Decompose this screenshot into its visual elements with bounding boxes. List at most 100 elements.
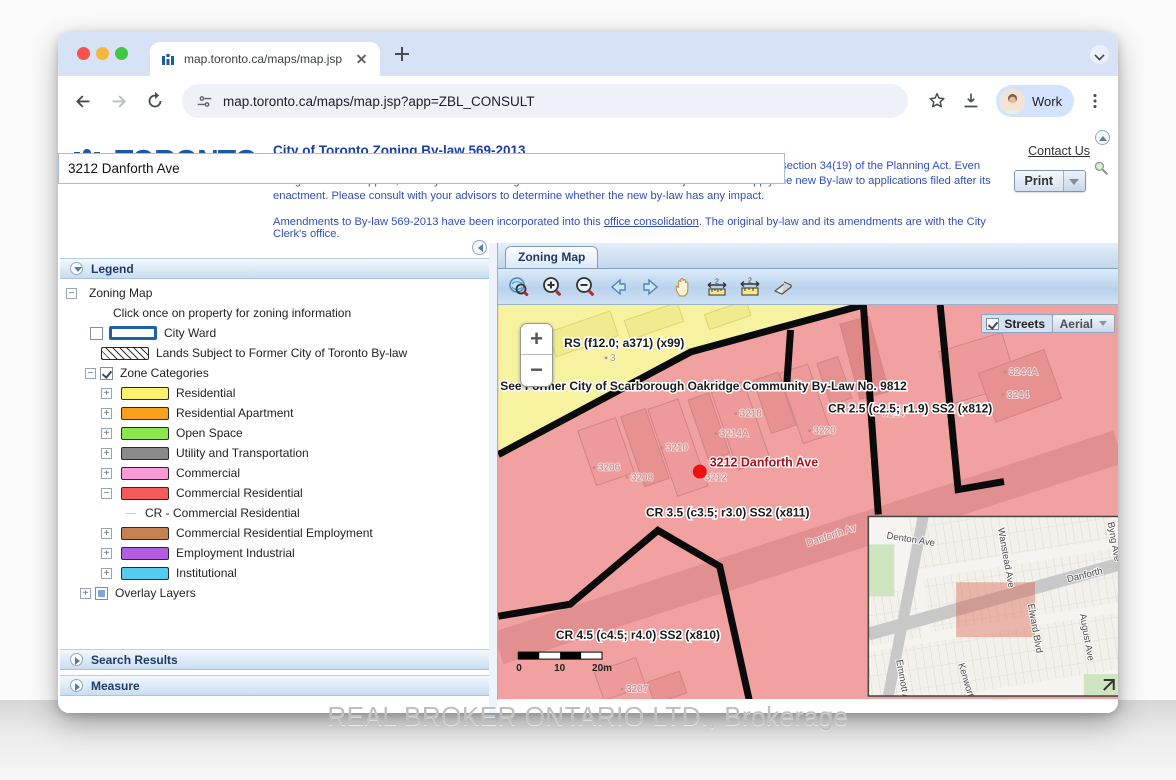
- zone-categories-checkbox[interactable]: [100, 367, 113, 380]
- aerial-dropdown-button[interactable]: Aerial: [1052, 314, 1115, 333]
- eraser-icon[interactable]: [771, 275, 795, 299]
- zoom-in-icon[interactable]: [540, 275, 564, 299]
- collapse-box-icon[interactable]: [85, 368, 96, 379]
- tree-node-cr-child[interactable]: CR - Commercial Residential: [58, 503, 489, 523]
- expand-box-icon[interactable]: [101, 568, 112, 579]
- expand-box-icon[interactable]: [80, 588, 91, 599]
- expand-box-icon[interactable]: [101, 468, 112, 479]
- forward-arrow-icon[interactable]: [108, 90, 130, 112]
- svg-text:10: 10: [554, 663, 566, 674]
- inset-overview-map[interactable]: Denton Ave Wanstead Ave Byng Ave Danfort…: [844, 487, 1118, 699]
- tab-strip: map.toronto.ca/maps/map.jsp: [58, 32, 1118, 76]
- streets-label: Streets: [1004, 317, 1045, 331]
- zoom-out-icon[interactable]: [573, 275, 597, 299]
- expand-box-icon[interactable]: [101, 548, 112, 559]
- tree-node-zone[interactable]: Commercial: [58, 463, 489, 483]
- tree-node-zone[interactable]: Residential Apartment: [58, 403, 489, 423]
- overlay-layers-checkbox[interactable]: [95, 587, 108, 600]
- tab-close-icon[interactable]: [354, 51, 370, 67]
- minimize-window-button[interactable]: [96, 47, 109, 60]
- measure-area-icon[interactable]: 2: [738, 275, 762, 299]
- search-results-toggle-icon[interactable]: [70, 653, 83, 666]
- city-ward-checkbox[interactable]: [90, 327, 103, 340]
- tree-node-zone[interactable]: Commercial Residential: [58, 483, 489, 503]
- city-ward-swatch: [109, 326, 157, 340]
- legend-toggle-icon[interactable]: [70, 262, 83, 275]
- map-canvas[interactable]: 3 3206 3208 3210 3212 3214A 3218 3220 32…: [498, 305, 1118, 699]
- tree-node-zoning-map[interactable]: Zoning Map: [58, 283, 489, 303]
- browser-window: map.toronto.ca/maps/map.jsp map.toronto.…: [58, 32, 1118, 713]
- back-arrow-icon[interactable]: [72, 90, 94, 112]
- expand-box-icon[interactable]: [101, 428, 112, 439]
- brokerage-watermark: REAL BROKER ONTARIO LTD., Brokerage: [0, 701, 1176, 732]
- map-zoom-in-button[interactable]: +: [521, 324, 552, 355]
- tree-node-zone-categories[interactable]: Zone Categories: [58, 363, 489, 383]
- lands-hatch-swatch: [101, 347, 149, 360]
- profile-chip[interactable]: Work: [996, 85, 1074, 117]
- zoom-window-button[interactable]: [115, 47, 128, 60]
- reload-icon[interactable]: [144, 90, 166, 112]
- tree-node-zone[interactable]: Open Space: [58, 423, 489, 443]
- tree-node-zone[interactable]: Institutional: [58, 563, 489, 583]
- tab-search-chevron-icon[interactable]: [1090, 45, 1109, 64]
- next-extent-icon[interactable]: [639, 275, 663, 299]
- tree-node-overlay-layers[interactable]: Overlay Layers: [58, 583, 489, 603]
- park-patch: [868, 544, 894, 596]
- svg-text:3244A: 3244A: [1009, 367, 1038, 378]
- new-tab-button[interactable]: [394, 46, 410, 62]
- zoning-map-label: Zoning Map: [89, 286, 152, 300]
- contact-us-link[interactable]: Contact Us: [1028, 144, 1090, 158]
- tree-node-zone[interactable]: Employment Industrial: [58, 543, 489, 563]
- url-bar[interactable]: map.toronto.ca/maps/map.jsp?app=ZBL_CONS…: [182, 84, 908, 118]
- zone-swatch: [121, 427, 169, 440]
- search-results-panel-header[interactable]: Search Results: [60, 649, 489, 670]
- close-window-button[interactable]: [77, 47, 90, 60]
- previous-extent-icon[interactable]: [606, 275, 630, 299]
- zone-label: Commercial: [176, 466, 240, 480]
- expand-box-icon[interactable]: [101, 408, 112, 419]
- zoning-map-svg: 3 3206 3208 3210 3212 3214A 3218 3220 32…: [498, 305, 1118, 699]
- streets-toggle[interactable]: Streets: [981, 314, 1053, 333]
- tab-zoning-map[interactable]: Zoning Map: [505, 246, 598, 268]
- browser-tab[interactable]: map.toronto.ca/maps/map.jsp: [150, 42, 380, 76]
- map-zoom-control: + −: [520, 323, 553, 387]
- search-icon[interactable]: [1093, 160, 1109, 176]
- print-button[interactable]: Print: [1014, 170, 1086, 192]
- tree-node-city-ward[interactable]: City Ward: [58, 323, 489, 343]
- map-zoom-out-button[interactable]: −: [521, 355, 552, 386]
- sidebar-gutter: [489, 243, 497, 713]
- svg-text:3218: 3218: [740, 409, 763, 420]
- zone-swatch: [121, 487, 169, 500]
- measure-toggle-icon[interactable]: [70, 679, 83, 692]
- map-toolbar: 2 2: [498, 269, 1118, 305]
- address-search-input[interactable]: [58, 153, 785, 184]
- print-label[interactable]: Print: [1015, 171, 1063, 191]
- tree-connector: [126, 513, 136, 514]
- site-info-icon[interactable]: [196, 93, 213, 110]
- legend-panel-header[interactable]: Legend: [60, 258, 489, 279]
- collapse-box-icon[interactable]: [101, 488, 112, 499]
- tree-node-zone[interactable]: Residential: [58, 383, 489, 403]
- pan-hand-icon[interactable]: [672, 275, 696, 299]
- zone-label: Institutional: [176, 566, 237, 580]
- expand-box-icon[interactable]: [101, 448, 112, 459]
- download-icon[interactable]: [960, 90, 982, 112]
- expand-box-icon[interactable]: [101, 388, 112, 399]
- more-menu-icon[interactable]: [1084, 90, 1106, 112]
- svg-text:3207: 3207: [626, 684, 649, 695]
- amendments-text: Amendments to By-law 569-2013 have been …: [273, 216, 1013, 240]
- bookmark-star-icon[interactable]: [926, 90, 948, 112]
- streets-checkbox[interactable]: [986, 318, 999, 330]
- measure-distance-icon[interactable]: 2: [705, 275, 729, 299]
- inset-extent-indicator: [956, 582, 1035, 637]
- expand-box-icon[interactable]: [101, 528, 112, 539]
- zoom-extent-icon[interactable]: [507, 275, 531, 299]
- print-dropdown-icon[interactable]: [1063, 171, 1085, 191]
- collapse-sidebar-icon[interactable]: [472, 240, 487, 255]
- tree-node-zone[interactable]: Commercial Residential Employment: [58, 523, 489, 543]
- office-consolidation-link[interactable]: office consolidation: [604, 216, 699, 228]
- collapse-box-icon[interactable]: [66, 288, 77, 299]
- collapse-header-icon[interactable]: [1095, 130, 1110, 145]
- tree-node-zone[interactable]: Utility and Transportation: [58, 443, 489, 463]
- measure-panel-header[interactable]: Measure: [60, 675, 489, 696]
